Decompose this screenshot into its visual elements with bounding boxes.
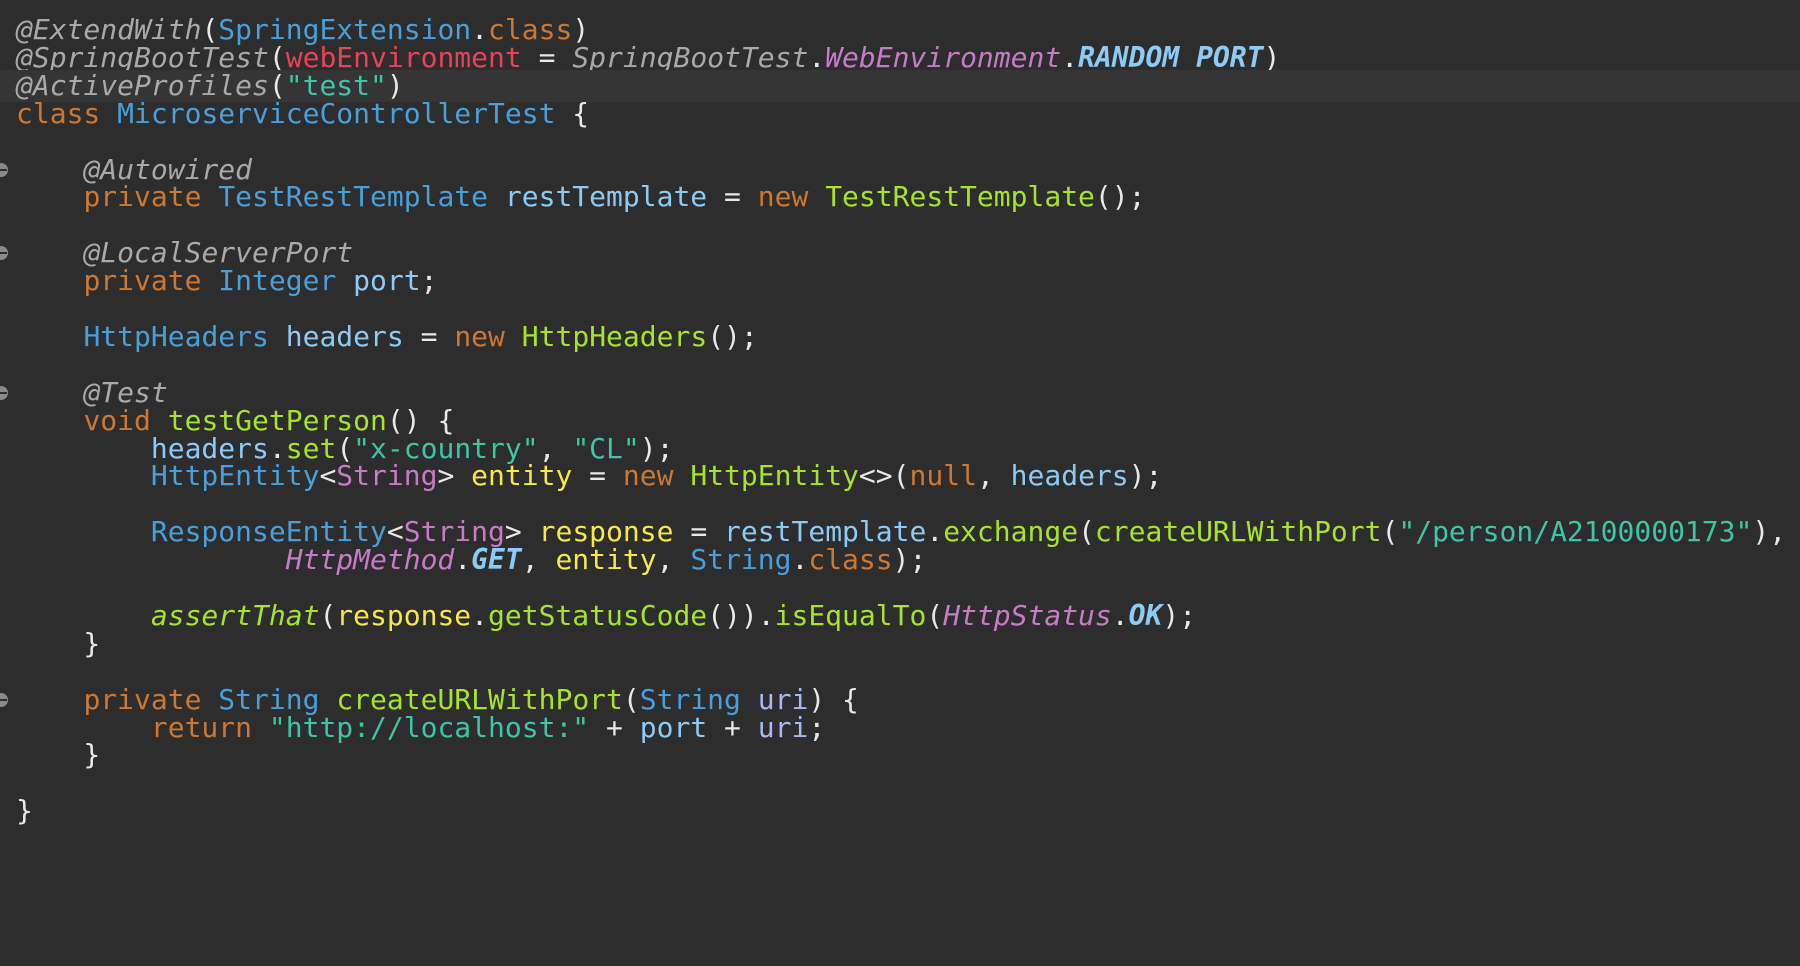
code-token: getStatusCode bbox=[488, 598, 708, 632]
code-token: new bbox=[757, 180, 826, 214]
code-token: return bbox=[150, 710, 269, 744]
code-token: ( bbox=[1381, 515, 1399, 549]
code-token: TestRestTemplate bbox=[218, 180, 505, 214]
code-line[interactable]: private TestRestTemplate restTemplate = … bbox=[16, 181, 1145, 213]
code-token: private bbox=[83, 180, 219, 214]
code-token: ; bbox=[420, 264, 438, 298]
code-token: new bbox=[622, 459, 691, 493]
code-token: private bbox=[83, 264, 219, 298]
code-token: ()). bbox=[707, 598, 775, 632]
code-token: class bbox=[16, 96, 118, 130]
code-token: null bbox=[909, 459, 977, 493]
code-token: HttpStatus bbox=[943, 598, 1112, 632]
code-token: assertThat bbox=[150, 598, 320, 632]
code-token: { bbox=[555, 96, 590, 130]
code-line[interactable]: assertThat(response.getStatusCode()).isE… bbox=[16, 598, 1197, 632]
code-token: port bbox=[639, 710, 708, 744]
code-token: = bbox=[707, 180, 758, 214]
code-token: entity bbox=[555, 543, 657, 577]
code-token: String bbox=[336, 459, 438, 493]
code-token: entity bbox=[471, 459, 573, 493]
fold-toggle-icon[interactable] bbox=[0, 246, 8, 261]
code-line[interactable]: } bbox=[16, 626, 101, 660]
code-token: ), bbox=[1752, 515, 1787, 549]
code-token: = bbox=[403, 319, 455, 353]
code-token: headers bbox=[285, 319, 404, 353]
code-token: ( bbox=[1078, 515, 1095, 549]
code-token: port bbox=[353, 264, 421, 298]
code-token: < bbox=[319, 459, 337, 493]
code-token: } bbox=[16, 794, 33, 828]
fold-toggle-icon[interactable] bbox=[0, 162, 8, 177]
code-token: = bbox=[572, 459, 623, 493]
code-token: HttpHeaders bbox=[83, 319, 286, 353]
code-line[interactable]: HttpMethod.GET, entity, String.class); bbox=[16, 543, 927, 577]
code-token: exchange bbox=[943, 515, 1079, 549]
code-token: . bbox=[926, 515, 944, 549]
code-token: HttpEntity bbox=[690, 459, 859, 493]
fold-toggle-icon[interactable] bbox=[0, 385, 8, 400]
code-token: restTemplate bbox=[504, 180, 708, 214]
code-token: , bbox=[521, 543, 556, 577]
code-token: ); bbox=[1128, 459, 1163, 493]
code-token: } bbox=[16, 626, 101, 660]
code-token: headers bbox=[1010, 459, 1129, 493]
code-token: ; bbox=[808, 710, 826, 744]
code-token: new bbox=[454, 319, 522, 353]
code-token: MicroserviceControllerTest bbox=[117, 96, 556, 130]
code-token: HttpMethod bbox=[285, 543, 455, 577]
code-token: (); bbox=[1094, 180, 1146, 214]
code-token: + bbox=[707, 710, 758, 744]
code-token: TestRestTemplate bbox=[825, 180, 1095, 214]
code-token: HttpEntity bbox=[150, 459, 320, 493]
code-token: ); bbox=[1162, 598, 1197, 632]
code-token: response bbox=[336, 598, 472, 632]
code-line[interactable]: HttpEntity<String> entity = new HttpEnti… bbox=[16, 459, 1163, 493]
code-line[interactable]: } bbox=[16, 795, 33, 827]
code-line[interactable]: return "http://localhost:" + port + uri; bbox=[16, 710, 826, 744]
code-token: . bbox=[471, 598, 489, 632]
code-line[interactable]: } bbox=[16, 739, 100, 771]
code-token: , bbox=[656, 543, 691, 577]
code-token: class bbox=[808, 543, 893, 577]
code-token: "/person/A2100000173" bbox=[1398, 515, 1753, 549]
code-token: GET bbox=[471, 543, 522, 577]
code-token: <>( bbox=[858, 459, 910, 493]
code-token: ( bbox=[319, 598, 337, 632]
code-token: Integer bbox=[218, 264, 354, 298]
code-line[interactable]: private Integer port; bbox=[16, 265, 437, 297]
code-token: OK bbox=[1128, 598, 1163, 632]
code-token: uri bbox=[757, 710, 809, 744]
code-token: createURLWithPort bbox=[1094, 515, 1382, 549]
code-line[interactable]: class MicroserviceControllerTest { bbox=[16, 96, 590, 130]
code-token: HttpHeaders bbox=[521, 319, 708, 353]
code-token: , bbox=[976, 459, 1011, 493]
code-token: } bbox=[16, 738, 101, 772]
code-token: + bbox=[589, 710, 640, 744]
code-token: isEqualTo bbox=[774, 598, 927, 632]
code-token: ( bbox=[926, 598, 944, 632]
code-editor[interactable]: @ExtendWith(SpringExtension.class) @Sprin… bbox=[0, 0, 1800, 966]
fold-toggle-icon[interactable] bbox=[0, 692, 8, 707]
code-token: ); bbox=[892, 543, 927, 577]
code-line[interactable]: HttpHeaders headers = new HttpHeaders(); bbox=[16, 319, 758, 353]
code-token: . bbox=[791, 543, 809, 577]
code-token: (); bbox=[707, 319, 758, 353]
code-token: > bbox=[437, 459, 472, 493]
code-token: "http://localhost:" bbox=[268, 710, 590, 744]
code-token: . bbox=[454, 543, 472, 577]
code-token: String bbox=[690, 543, 792, 577]
code-token: . bbox=[1111, 598, 1129, 632]
